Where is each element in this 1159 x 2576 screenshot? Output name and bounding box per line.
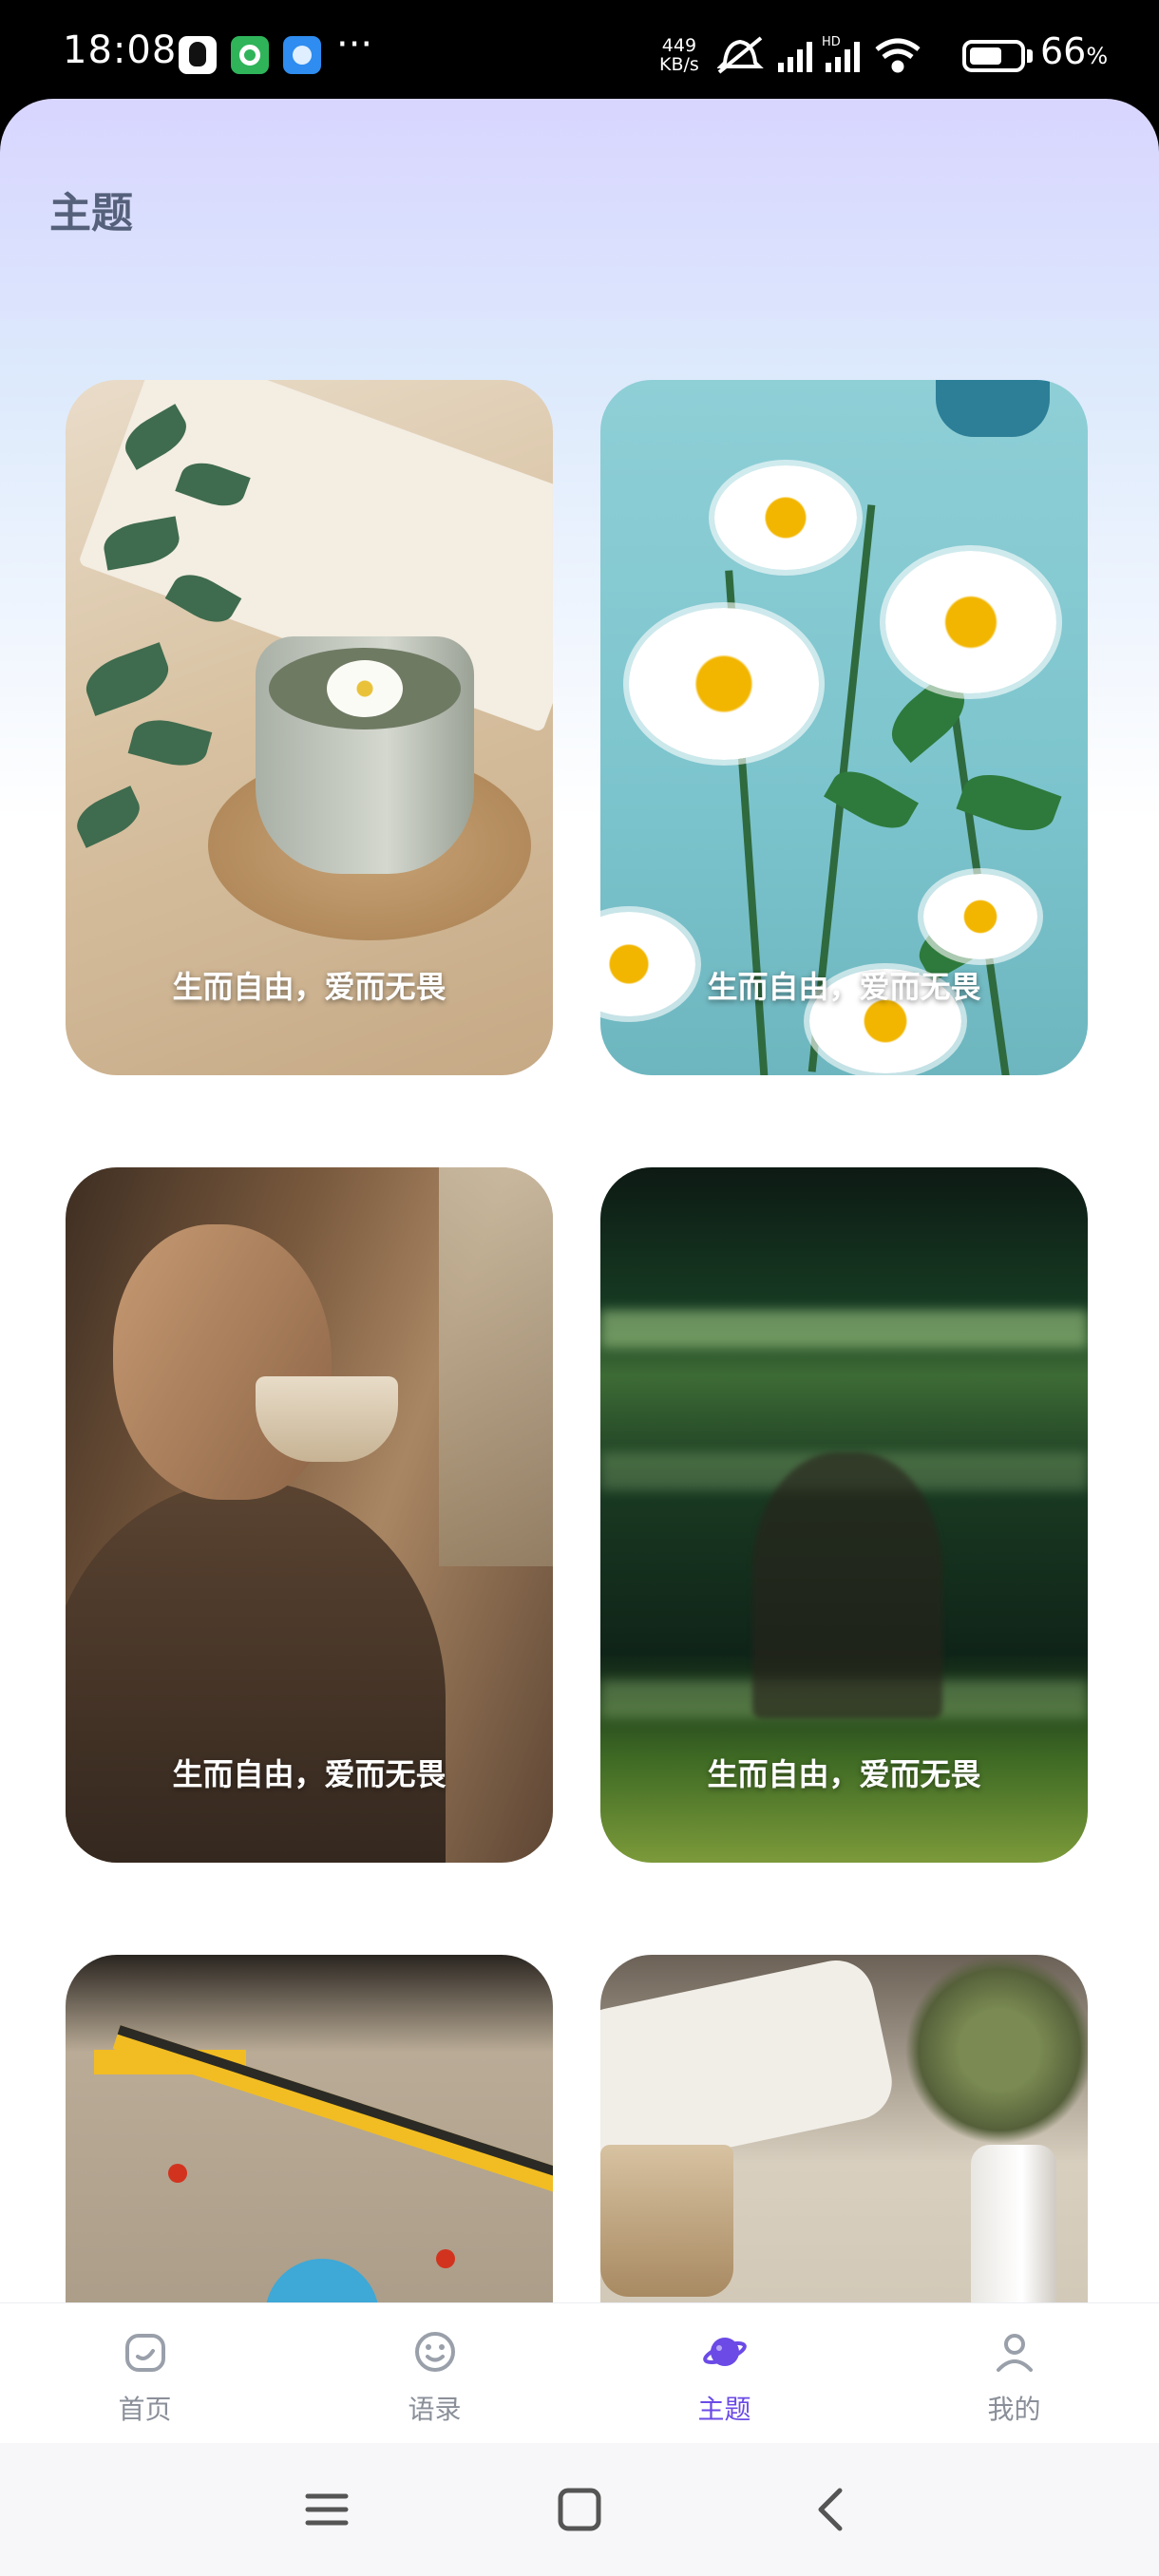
card-caption: 生而自由，爱而无畏 xyxy=(172,1756,446,1792)
bottom-tab-bar: 首页 语录 主题 我的 xyxy=(0,2302,1159,2443)
battery-level xyxy=(970,47,1001,65)
card-caption: 生而自由，爱而无畏 xyxy=(707,1756,981,1792)
tab-label: 我的 xyxy=(987,2394,1041,2425)
wifi-icon xyxy=(875,38,921,73)
theme-card-3[interactable]: 生而自由，爱而无畏 xyxy=(66,1167,553,1863)
planet-icon xyxy=(703,2338,747,2366)
tab-label: 主题 xyxy=(697,2394,751,2425)
theme-card-2[interactable]: 生而自由，爱而无畏 xyxy=(600,380,1088,1075)
system-nav-bar xyxy=(0,2443,1159,2576)
tab-home[interactable]: 首页 xyxy=(0,2303,290,2444)
profile-icon xyxy=(997,2334,1033,2372)
status-bar: 18:08 ··· 449 KB/s HD 66% xyxy=(0,0,1159,104)
battery-icon xyxy=(962,40,1025,72)
page-title: 主题 xyxy=(49,189,133,237)
home-icon xyxy=(125,2334,165,2372)
blurred-figure xyxy=(752,1452,942,1718)
network-speed-value: 449 xyxy=(661,35,697,56)
app-notification-icon xyxy=(231,36,269,74)
tab-quotes[interactable]: 语录 xyxy=(290,2303,580,2444)
teacup-shape xyxy=(256,1376,398,1462)
theme-card-1[interactable]: 生而自由，爱而无畏 xyxy=(66,380,553,1075)
home-square-icon[interactable] xyxy=(551,2481,608,2538)
tab-themes[interactable]: 主题 xyxy=(580,2303,869,2444)
quote-icon xyxy=(415,2332,455,2372)
more-notifications-icon: ··· xyxy=(336,23,373,66)
signal-icon-2: HD xyxy=(822,35,860,72)
tab-label: 首页 xyxy=(118,2394,172,2425)
card-caption: 生而自由，爱而无畏 xyxy=(707,969,981,1005)
hd-label: HD xyxy=(822,35,841,49)
status-icons: HD xyxy=(717,35,921,74)
qq-notification-icon xyxy=(179,36,217,74)
signal-icon-1 xyxy=(778,42,812,72)
card-caption: 生而自由，爱而无畏 xyxy=(172,969,446,1005)
theme-card-4[interactable]: 生而自由，爱而无畏 xyxy=(600,1167,1088,1863)
tab-profile[interactable]: 我的 xyxy=(869,2303,1159,2444)
menu-icon[interactable] xyxy=(298,2481,355,2538)
tab-label: 语录 xyxy=(408,2394,462,2425)
status-time: 18:08 xyxy=(63,28,178,72)
mute-icon xyxy=(717,36,764,74)
network-speed-unit: KB/s xyxy=(659,54,699,75)
battery-percent: 66% xyxy=(1040,30,1109,72)
network-speed: 449 KB/s xyxy=(659,36,699,74)
theme-page: 主题 生而自由，爱而无畏 生而自由，爱而无畏 生而自由，爱而无畏 生而自由，爱而… xyxy=(0,99,1159,2439)
back-icon[interactable] xyxy=(804,2481,861,2538)
floating-daisy xyxy=(327,660,403,717)
browser-notification-icon xyxy=(283,36,321,74)
